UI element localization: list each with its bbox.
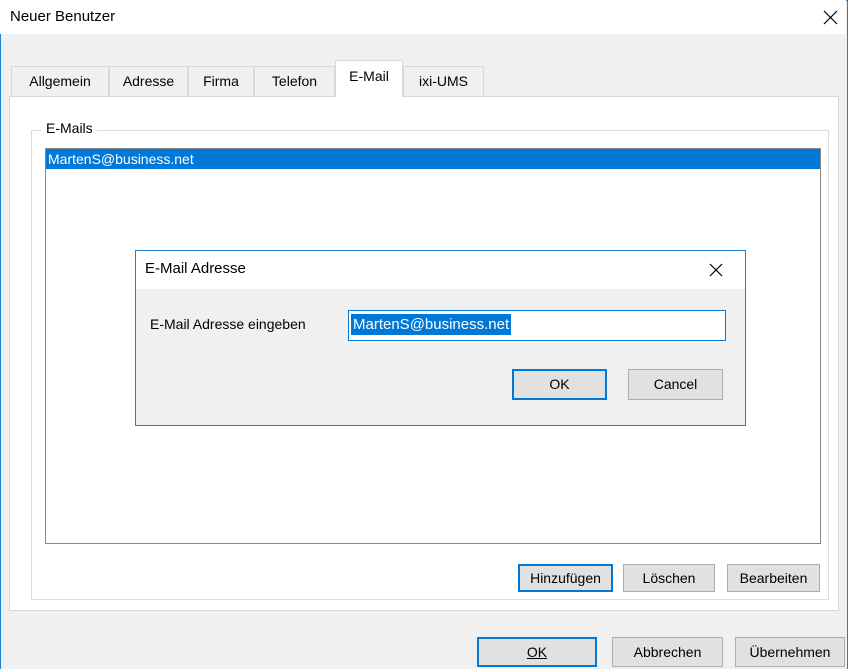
title-bar bbox=[0, 0, 846, 34]
edit-email-button[interactable]: Bearbeiten bbox=[727, 564, 820, 592]
close-icon bbox=[823, 10, 838, 25]
close-icon bbox=[709, 263, 723, 277]
close-button[interactable] bbox=[814, 2, 846, 32]
email-list-item[interactable]: MartenS@business.net bbox=[46, 149, 820, 169]
add-email-button[interactable]: Hinzufügen bbox=[518, 564, 613, 592]
window-title: Neuer Benutzer bbox=[10, 8, 116, 25]
ok-button-label: OK bbox=[526, 644, 548, 660]
tab-firma[interactable]: Firma bbox=[188, 66, 254, 96]
email-address-input-value: MartenS@business.net bbox=[351, 314, 512, 335]
dialog-cancel-button[interactable]: Cancel bbox=[628, 369, 723, 400]
tab-email[interactable]: E-Mail bbox=[335, 60, 403, 97]
dialog-ok-button[interactable]: OK bbox=[512, 369, 607, 400]
emails-group-label: E-Mails bbox=[42, 120, 97, 136]
dialog-title: E-Mail Adresse bbox=[145, 260, 246, 277]
ok-button[interactable]: OK bbox=[477, 637, 597, 667]
tab-allgemein[interactable]: Allgemein bbox=[11, 66, 109, 96]
dialog-close-button[interactable] bbox=[700, 256, 732, 284]
tab-adresse[interactable]: Adresse bbox=[109, 66, 188, 96]
apply-button[interactable]: Übernehmen bbox=[735, 637, 845, 667]
tab-ixi-ums[interactable]: ixi-UMS bbox=[403, 66, 484, 96]
delete-email-button[interactable]: Löschen bbox=[623, 564, 715, 592]
email-address-label: E-Mail Adresse eingeben bbox=[150, 316, 306, 332]
cancel-button[interactable]: Abbrechen bbox=[612, 637, 723, 667]
tab-telefon[interactable]: Telefon bbox=[254, 66, 335, 96]
